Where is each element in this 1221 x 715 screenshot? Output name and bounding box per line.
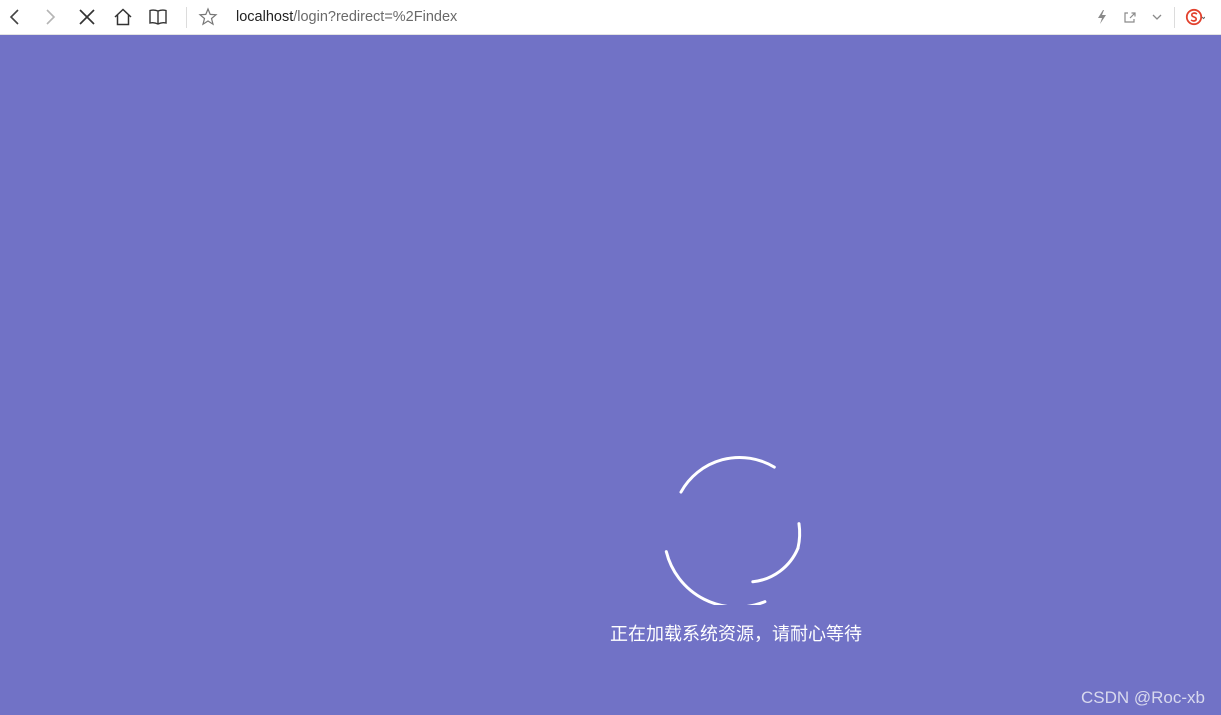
- sogou-s-icon[interactable]: [1183, 5, 1207, 29]
- loading-page: 正在加载系统资源，请耐心等待 CSDN @Roc-xb: [0, 35, 1221, 715]
- back-arrow-icon[interactable]: [3, 5, 27, 29]
- share-icon[interactable]: [1118, 5, 1142, 29]
- csdn-watermark: CSDN @Roc-xb: [1081, 688, 1205, 707]
- toolbar-divider: [186, 7, 187, 28]
- address-bar[interactable]: localhost/login?redirect=%2Findex: [236, 8, 457, 27]
- loading-message: 正在加载系统资源，请耐心等待: [610, 624, 862, 645]
- home-icon[interactable]: [111, 5, 135, 29]
- address-path: /login?redirect=%2Findex: [293, 9, 458, 25]
- chevron-down-icon[interactable]: [1145, 5, 1169, 29]
- loading-spinner: [664, 456, 802, 605]
- toolbar-divider-right: [1174, 7, 1175, 28]
- lightning-icon[interactable]: [1090, 5, 1114, 29]
- browser-toolbar: localhost/login?redirect=%2Findex: [0, 0, 1221, 35]
- stop-close-icon[interactable]: [75, 5, 99, 29]
- reading-mode-icon[interactable]: [146, 5, 170, 29]
- address-host: localhost: [236, 9, 294, 25]
- forward-arrow-icon[interactable]: [38, 5, 62, 29]
- star-icon[interactable]: [196, 5, 220, 29]
